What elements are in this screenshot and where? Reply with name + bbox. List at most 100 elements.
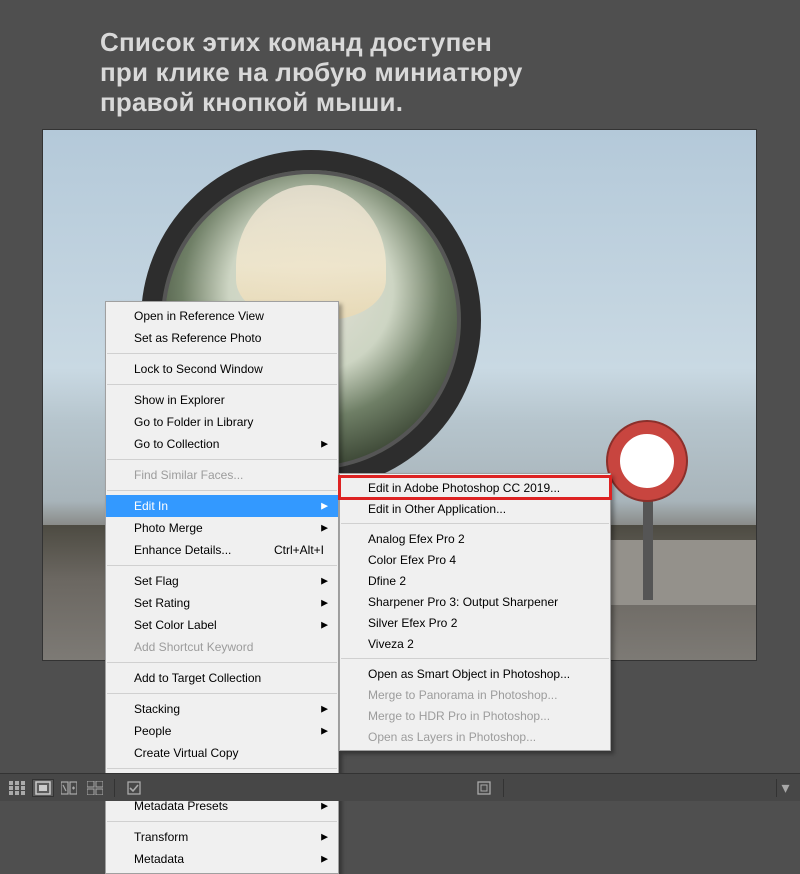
chevron-down-icon: ▾ [781,778,789,798]
menu-item-label: Metadata Presets [134,799,324,813]
menu-item-label: Edit in Other Application... [368,502,596,516]
menu-item-label: Photo Merge [134,521,324,535]
toolbar-divider [114,779,115,797]
submenu-arrow-icon: ▶ [321,440,328,449]
submenu-edit-in-other[interactable]: Edit in Other Application... [340,498,610,519]
submenu-merge-hdr: Merge to HDR Pro in Photoshop... [340,705,610,726]
menu-item-label: Set Color Label [134,618,324,632]
menu-item-label: Add to Target Collection [134,671,324,685]
menu-separator [107,353,337,354]
menu-item-label: Silver Efex Pro 2 [368,616,596,630]
menu-separator [107,565,337,566]
menu-transform[interactable]: Transform ▶ [106,826,338,848]
menu-set-color-label[interactable]: Set Color Label ▶ [106,614,338,636]
menu-item-label: Find Similar Faces... [134,468,324,482]
submenu-dfine[interactable]: Dfine 2 [340,570,610,591]
menu-item-label: Create Virtual Copy [134,746,324,760]
menu-set-flag[interactable]: Set Flag ▶ [106,570,338,592]
caption-line-1: Список этих команд доступен [100,28,740,58]
submenu-arrow-icon: ▶ [321,524,328,533]
menu-go-to-folder-in-library[interactable]: Go to Folder in Library [106,411,338,433]
menu-item-label: Stacking [134,702,324,716]
menu-edit-in[interactable]: Edit In ▶ [106,495,338,517]
menu-item-label: People [134,724,324,738]
menu-set-rating[interactable]: Set Rating ▶ [106,592,338,614]
menu-item-shortcut: Ctrl+Alt+I [274,543,324,557]
menu-item-label: Open as Smart Object in Photoshop... [368,667,596,681]
submenu-open-as-smart-object[interactable]: Open as Smart Object in Photoshop... [340,663,610,684]
menu-go-to-collection[interactable]: Go to Collection ▶ [106,433,338,455]
menu-item-label: Show in Explorer [134,393,324,407]
menu-metadata[interactable]: Metadata ▶ [106,848,338,870]
menu-show-in-explorer[interactable]: Show in Explorer [106,389,338,411]
toolbar-dropdown-button[interactable]: ▾ [776,779,794,797]
submenu-arrow-icon: ▶ [321,833,328,842]
submenu-arrow-icon: ▶ [321,855,328,864]
menu-item-label: Open as Layers in Photoshop... [368,730,596,744]
submenu-arrow-icon: ▶ [321,577,328,586]
menu-separator [341,523,609,524]
submenu-arrow-icon: ▶ [321,727,328,736]
crop-overlay-button[interactable] [473,779,495,797]
menu-item-label: Add Shortcut Keyword [134,640,324,654]
submenu-color-efex[interactable]: Color Efex Pro 4 [340,549,610,570]
menu-item-label: Edit In [134,499,324,513]
menu-create-virtual-copy[interactable]: Create Virtual Copy [106,742,338,764]
bottom-toolbar: ▾ [0,773,800,801]
photo-mirror-sky-reflection [236,185,386,320]
menu-item-label: Set Flag [134,574,324,588]
survey-view-icon [87,781,103,795]
menu-set-as-reference-photo[interactable]: Set as Reference Photo [106,327,338,349]
submenu-arrow-icon: ▶ [321,705,328,714]
menu-item-label: Sharpener Pro 3: Output Sharpener [368,595,596,609]
submenu-viveza[interactable]: Viveza 2 [340,633,610,654]
loupe-view-icon [35,781,51,795]
menu-item-label: Enhance Details... [134,543,254,557]
menu-item-label: Set Rating [134,596,324,610]
photo-sign-pole [643,490,653,600]
menu-people[interactable]: People ▶ [106,720,338,742]
grid-view-button[interactable] [6,779,28,797]
caption-line-3: правой кнопкой мыши. [100,88,740,118]
menu-item-label: Edit in Adobe Photoshop CC 2019... [368,481,596,495]
context-submenu-edit-in: Edit in Adobe Photoshop CC 2019... Edit … [339,473,611,751]
menu-item-label: Merge to Panorama in Photoshop... [368,688,596,702]
instruction-caption: Список этих команд доступен при клике на… [100,28,740,118]
menu-item-label: Analog Efex Pro 2 [368,532,596,546]
loupe-view-button[interactable] [32,779,54,797]
grid-view-icon [9,781,25,795]
menu-item-label: Color Efex Pro 4 [368,553,596,567]
survey-view-button[interactable] [84,779,106,797]
menu-item-label: Set as Reference Photo [134,331,324,345]
menu-separator [107,821,337,822]
submenu-edit-in-photoshop[interactable]: Edit in Adobe Photoshop CC 2019... [340,477,610,498]
caption-line-2: при клике на любую миниатюру [100,58,740,88]
submenu-arrow-icon: ▶ [321,621,328,630]
menu-add-to-target-collection[interactable]: Add to Target Collection [106,667,338,689]
submenu-sharpener[interactable]: Sharpener Pro 3: Output Sharpener [340,591,610,612]
submenu-analog-efex[interactable]: Analog Efex Pro 2 [340,528,610,549]
menu-lock-to-second-window[interactable]: Lock to Second Window [106,358,338,380]
submenu-arrow-icon: ▶ [321,599,328,608]
menu-separator [107,459,337,460]
submenu-arrow-icon: ▶ [321,502,328,511]
menu-separator [341,658,609,659]
menu-item-label: Lock to Second Window [134,362,324,376]
menu-item-label: Go to Collection [134,437,324,451]
compare-view-button[interactable] [58,779,80,797]
menu-open-in-reference-view[interactable]: Open in Reference View [106,305,338,327]
toolbar-divider [503,779,504,797]
submenu-merge-panorama: Merge to Panorama in Photoshop... [340,684,610,705]
menu-add-shortcut-keyword: Add Shortcut Keyword [106,636,338,658]
menu-enhance-details[interactable]: Enhance Details... Ctrl+Alt+I [106,539,338,561]
menu-item-label: Transform [134,830,324,844]
menu-separator [107,693,337,694]
crop-overlay-icon [476,780,492,796]
menu-item-label: Merge to HDR Pro in Photoshop... [368,709,596,723]
submenu-silver-efex[interactable]: Silver Efex Pro 2 [340,612,610,633]
menu-stacking[interactable]: Stacking ▶ [106,698,338,720]
menu-item-label: Dfine 2 [368,574,596,588]
menu-photo-merge[interactable]: Photo Merge ▶ [106,517,338,539]
mark-icon [127,781,141,795]
mark-button[interactable] [123,779,145,797]
